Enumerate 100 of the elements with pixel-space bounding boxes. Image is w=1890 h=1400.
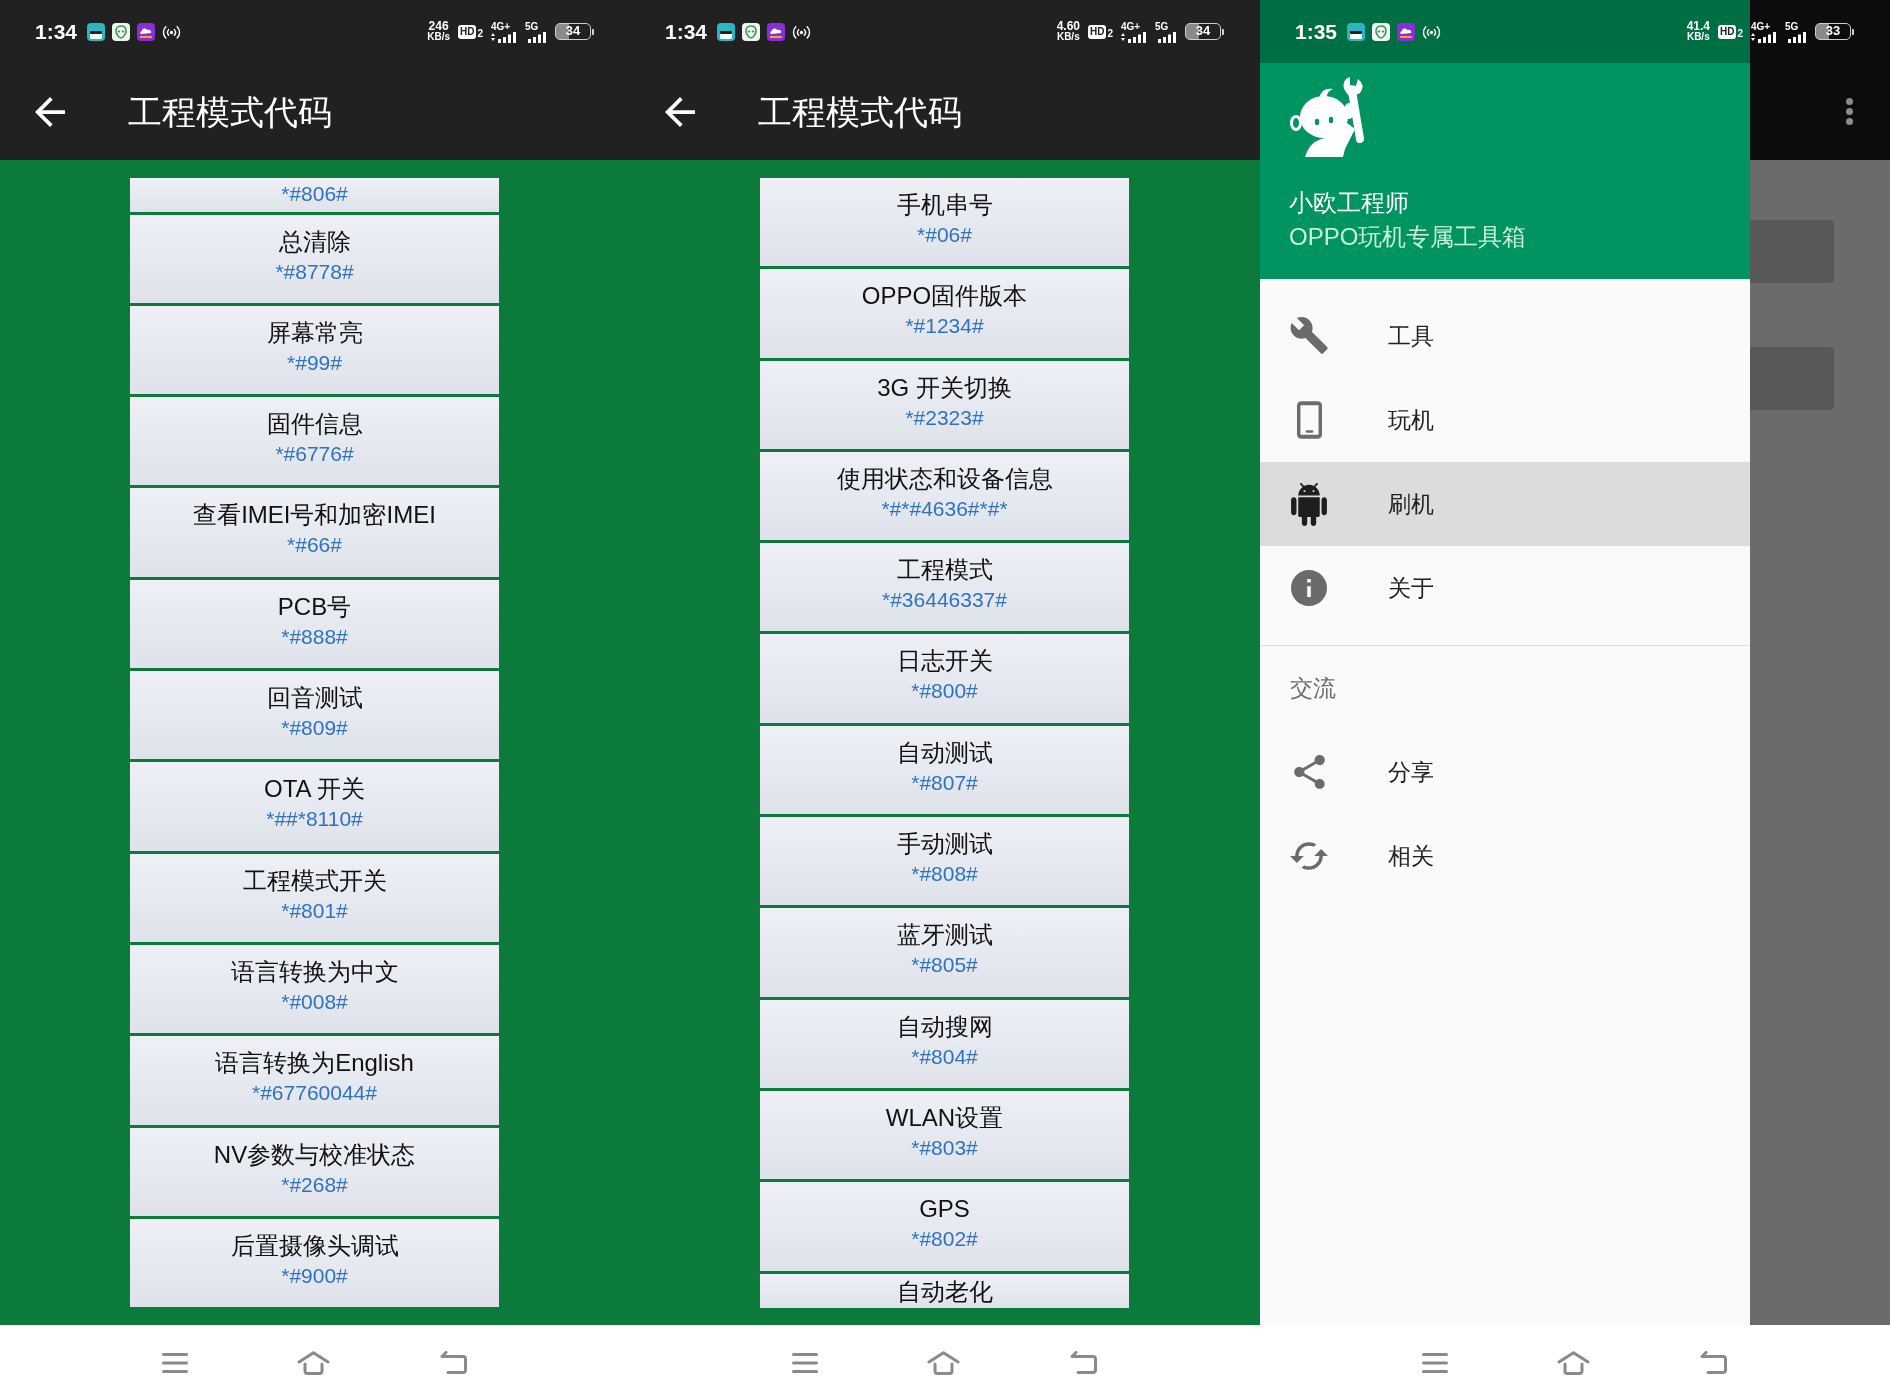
menu-icon[interactable] [792, 1352, 818, 1373]
screen-title: 工程模式代码 [758, 91, 962, 132]
code-name: 日志开关 [896, 647, 993, 676]
drawer-menu-item[interactable]: 工具 [1260, 294, 1750, 378]
code-name: WLAN设置 [885, 1103, 1004, 1132]
dial-code: *#1234# [905, 313, 984, 340]
menu-icon[interactable] [1422, 1352, 1448, 1373]
code-list-item[interactable]: 后置摄像头调试 *#900# [130, 1218, 499, 1308]
code-name: 语言转换为English [215, 1049, 414, 1078]
code-name: 工程模式开关 [242, 866, 387, 895]
dial-code: *#808# [911, 861, 978, 888]
back-icon[interactable] [1069, 1351, 1097, 1374]
code-list-item[interactable]: 工程模式开关 *#801# [130, 853, 499, 942]
code-list-item[interactable]: 日志开关 *#800# [760, 634, 1129, 723]
code-name: 固件信息 [266, 410, 363, 439]
dial-code: *##*8110# [266, 806, 363, 833]
code-list-item[interactable]: 蓝牙测试 *#805# [760, 908, 1129, 997]
code-list-item[interactable]: 自动老化 [760, 1273, 1129, 1308]
dial-code: *#804# [911, 1043, 978, 1070]
network-type: 4G+ [1751, 20, 1771, 32]
code-list-item[interactable]: 手机串号 *#06# [760, 178, 1129, 267]
code-name: GPS [919, 1195, 970, 1224]
code-list-item[interactable]: PCB号 *#888# [130, 579, 499, 669]
info-icon [1291, 570, 1327, 606]
code-list-item[interactable]: *#806# [130, 178, 499, 212]
code-list-item[interactable]: 查看IMEI号和加密IMEI *#66# [130, 488, 499, 577]
hd-badge: HD [458, 24, 477, 39]
phone-icon [1296, 401, 1322, 439]
home-icon[interactable] [297, 1350, 330, 1375]
code-list-item[interactable]: 屏幕常亮 *#99# [130, 305, 499, 395]
drawer-menu-item[interactable]: 关于 [1260, 546, 1750, 630]
code-list-item[interactable]: WLAN设置 *#803# [760, 1090, 1129, 1180]
code-list-item[interactable]: GPS *#802# [760, 1182, 1129, 1271]
alien-face-icon [1372, 22, 1391, 41]
code-name: OPPO固件版本 [861, 282, 1028, 311]
code-list-item[interactable]: 使用状态和设备信息 *#*#4636#*#* [760, 451, 1129, 541]
app-name: 小欧工程师 [1289, 188, 1409, 218]
code-list-item[interactable]: 自动搜网 *#804# [760, 999, 1129, 1088]
cloud-tile-icon [767, 22, 786, 41]
battery-indicator: 34 [555, 23, 594, 40]
code-list-item[interactable]: OPPO固件版本 *#1234# [760, 269, 1129, 358]
code-name: 使用状态和设备信息 [836, 464, 1053, 493]
android-robot-icon [1291, 482, 1327, 526]
dial-code: *#802# [911, 1226, 978, 1253]
home-icon[interactable] [927, 1350, 960, 1375]
dial-code: *#99# [287, 349, 342, 376]
code-list-item[interactable]: 语言转换为English *#67760044# [130, 1036, 499, 1125]
alien-face-icon [112, 22, 131, 41]
code-name: 自动搜网 [896, 1012, 993, 1041]
alien-face-icon [742, 22, 761, 41]
back-icon[interactable] [1699, 1351, 1727, 1374]
dial-code: *#36446337# [882, 587, 1007, 614]
drawer-menu-item[interactable]: 刷机 [1260, 462, 1750, 546]
code-list-item[interactable]: NV参数与校准状态 *#268# [130, 1127, 499, 1216]
drawer-menu-item[interactable]: 相关 [1260, 814, 1750, 898]
screen-title: 工程模式代码 [128, 91, 332, 132]
code-name: 3G 开关切换 [877, 373, 1012, 402]
code-name: 自动测试 [896, 738, 993, 767]
code-name: 手机串号 [896, 191, 993, 219]
back-arrow-icon[interactable] [665, 96, 695, 127]
code-name: 回音测试 [266, 684, 363, 713]
network-type: 4G+ [491, 20, 511, 32]
code-list-item[interactable]: 工程模式 *#36446337# [760, 543, 1129, 632]
battery-indicator: 33 [1815, 23, 1854, 40]
signal-bars-icon [525, 31, 547, 43]
code-list-item[interactable]: 3G 开关切换 *#2323# [760, 360, 1129, 449]
sim-index: 2 [1737, 28, 1743, 39]
menu-icon[interactable] [162, 1352, 188, 1373]
dial-code: *#888# [281, 623, 348, 650]
back-icon[interactable] [439, 1351, 467, 1374]
code-list-item[interactable]: OTA 开关 *##*8110# [130, 762, 499, 851]
speed-unit: KB/s [427, 32, 450, 42]
code-list-item[interactable]: 语言转换为中文 *#008# [130, 944, 499, 1034]
dial-code: *#806# [281, 181, 348, 207]
network-type: 5G [1155, 20, 1169, 32]
code-list-item[interactable]: 自动测试 *#807# [760, 725, 1129, 815]
code-list-item[interactable]: 总清除 *#8778# [130, 214, 499, 303]
code-name: 语言转换为中文 [230, 957, 399, 986]
dial-code: *#800# [911, 678, 978, 705]
hotspot-icon [792, 23, 812, 40]
code-name: 后置摄像头调试 [230, 1231, 399, 1260]
code-list-item[interactable]: 手动测试 *#808# [760, 817, 1129, 906]
code-list-item[interactable]: 固件信息 *#6776# [130, 397, 499, 486]
dial-code: *#66# [287, 532, 342, 559]
drawer-menu-item[interactable]: 玩机 [1260, 378, 1750, 462]
cloud-tile-icon [137, 22, 156, 41]
code-list-item[interactable]: 回音测试 *#809# [130, 671, 499, 760]
sync-icon [1290, 842, 1328, 870]
dial-code: *#06# [917, 222, 972, 248]
more-options-icon[interactable] [1846, 98, 1853, 125]
hd-badge: HD [1718, 24, 1737, 39]
cloud-tile-icon [1397, 22, 1416, 41]
signal-bars-icon [1155, 31, 1177, 43]
dial-code: *#008# [281, 988, 348, 1015]
drawer-menu-item[interactable]: 分享 [1260, 730, 1750, 814]
back-arrow-icon[interactable] [35, 96, 65, 127]
signal-bars-icon [491, 31, 517, 43]
home-icon[interactable] [1557, 1350, 1590, 1375]
dial-code: *#2323# [905, 404, 984, 431]
code-name: NV参数与校准状态 [213, 1140, 416, 1169]
